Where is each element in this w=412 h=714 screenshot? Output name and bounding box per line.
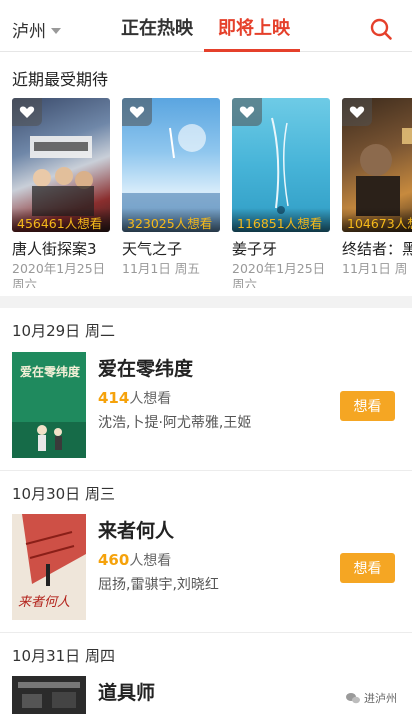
- want-count-badge: 323025人想看: [122, 208, 220, 232]
- tab-now-showing[interactable]: 正在热映: [121, 14, 193, 40]
- heart-icon[interactable]: [342, 98, 372, 126]
- want-suffix: 人想看: [129, 391, 172, 407]
- release-date-line: 2020年1月25日: [232, 261, 326, 276]
- want-count: 456461: [17, 216, 65, 231]
- heart-icon[interactable]: [12, 98, 42, 126]
- want-suffix: 人想看: [174, 216, 213, 231]
- cast-list: 沈浩,卜提·阿尤蒂雅,王姬: [98, 415, 252, 431]
- anticipated-card[interactable]: 116851人想看 姜子牙 2020年1月25日 周六: [232, 98, 330, 288]
- anticipated-card[interactable]: 323025人想看 天气之子 11月1日 周五: [122, 98, 220, 277]
- release-weekday: 周六: [232, 277, 258, 288]
- city-selector[interactable]: 泸州: [12, 17, 61, 42]
- release-date-header: 10月30日 周三: [12, 485, 115, 503]
- divider: [0, 632, 412, 633]
- movie-poster[interactable]: 456461人想看: [12, 98, 110, 232]
- search-icon[interactable]: [369, 17, 393, 41]
- movie-title[interactable]: 道具师: [98, 678, 155, 705]
- release-weekday: 周六: [12, 277, 38, 288]
- release-date: 2020年1月25日 周六: [12, 261, 110, 288]
- tab-coming-soon[interactable]: 即将上映: [218, 14, 290, 40]
- release-date: 11月1日 周: [342, 261, 412, 277]
- movie-poster[interactable]: 爱在零纬度: [12, 352, 86, 458]
- release-date-line: 11月1日 周: [342, 261, 408, 276]
- movie-title[interactable]: 天气之子: [122, 238, 220, 259]
- want-count-line: 414人想看: [98, 388, 171, 408]
- want-count-line: 460人想看: [98, 550, 171, 570]
- section-title-anticipated: 近期最受期待: [12, 70, 109, 89]
- movie-title[interactable]: 来者何人: [98, 516, 174, 543]
- want-to-see-button[interactable]: 想看: [340, 391, 395, 421]
- section-separator: [0, 296, 412, 308]
- anticipated-carousel[interactable]: 456461人想看 唐人街探案3 2020年1月25日 周六 323025人想看…: [0, 98, 412, 288]
- release-date: 2020年1月25日 周六: [232, 261, 330, 288]
- list-item[interactable]: 爱在零纬度 爱在零纬度 414人想看 沈浩,卜提·阿尤蒂雅,王姬 想看: [0, 352, 412, 464]
- want-suffix: 人想看: [64, 216, 103, 231]
- chevron-down-icon: [51, 27, 61, 34]
- movie-title[interactable]: 爱在零纬度: [98, 354, 193, 381]
- watermark: 进泸州: [346, 690, 397, 706]
- anticipated-card[interactable]: 104673人想看 终结者：黑 11月1日 周: [342, 98, 412, 277]
- want-count-badge: 456461人想看: [12, 208, 110, 232]
- release-date-header: 10月31日 周四: [12, 647, 115, 665]
- anticipated-card[interactable]: 456461人想看 唐人街探案3 2020年1月25日 周六: [12, 98, 110, 288]
- heart-icon[interactable]: [122, 98, 152, 126]
- movie-title[interactable]: 唐人街探案3: [12, 238, 110, 259]
- movie-poster[interactable]: 来者何人: [12, 514, 86, 620]
- movie-poster[interactable]: 323025人想看: [122, 98, 220, 232]
- top-nav: 泸州 正在热映 即将上映: [0, 0, 412, 52]
- wechat-icon: [346, 693, 360, 704]
- svg-text:来者何人: 来者何人: [18, 595, 70, 610]
- watermark-text: 进泸州: [364, 692, 397, 705]
- want-suffix: 人想看: [284, 216, 323, 231]
- want-count: 116851: [237, 216, 285, 231]
- want-suffix: 人想看: [129, 553, 172, 569]
- release-date-line: 2020年1月25日: [12, 261, 106, 276]
- release-date: 11月1日 周五: [122, 261, 220, 277]
- movie-poster[interactable]: 104673人想看: [342, 98, 412, 232]
- want-count-badge: 116851人想看: [232, 208, 330, 232]
- want-count-badge: 104673人想看: [342, 208, 412, 232]
- want-suffix: 人想看: [394, 216, 412, 231]
- movie-title[interactable]: 终结者：黑: [342, 238, 412, 259]
- release-date-line: 11月1日 周五: [122, 261, 200, 276]
- release-date-header: 10月29日 周二: [12, 322, 115, 340]
- divider: [0, 470, 412, 471]
- want-to-see-button[interactable]: 想看: [340, 553, 395, 583]
- list-item[interactable]: 来者何人 来者何人 460人想看 屈扬,雷骐宇,刘晓红 想看: [0, 514, 412, 626]
- cast-list: 屈扬,雷骐宇,刘晓红: [98, 577, 219, 593]
- active-tab-indicator: [204, 49, 300, 52]
- want-count: 104673: [347, 216, 395, 231]
- movie-title[interactable]: 姜子牙: [232, 238, 330, 259]
- coming-soon-page: 泸州 正在热映 即将上映 近期最受期待 456461人想看 唐人街探案3 202…: [0, 0, 412, 714]
- city-label: 泸州: [12, 22, 46, 42]
- movie-poster[interactable]: [12, 676, 86, 714]
- heart-icon[interactable]: [232, 98, 262, 126]
- want-count: 460: [98, 551, 130, 569]
- svg-text:爱在零纬度: 爱在零纬度: [20, 364, 81, 379]
- want-count: 323025: [127, 216, 175, 231]
- want-count: 414: [98, 389, 130, 407]
- movie-poster[interactable]: 116851人想看: [232, 98, 330, 232]
